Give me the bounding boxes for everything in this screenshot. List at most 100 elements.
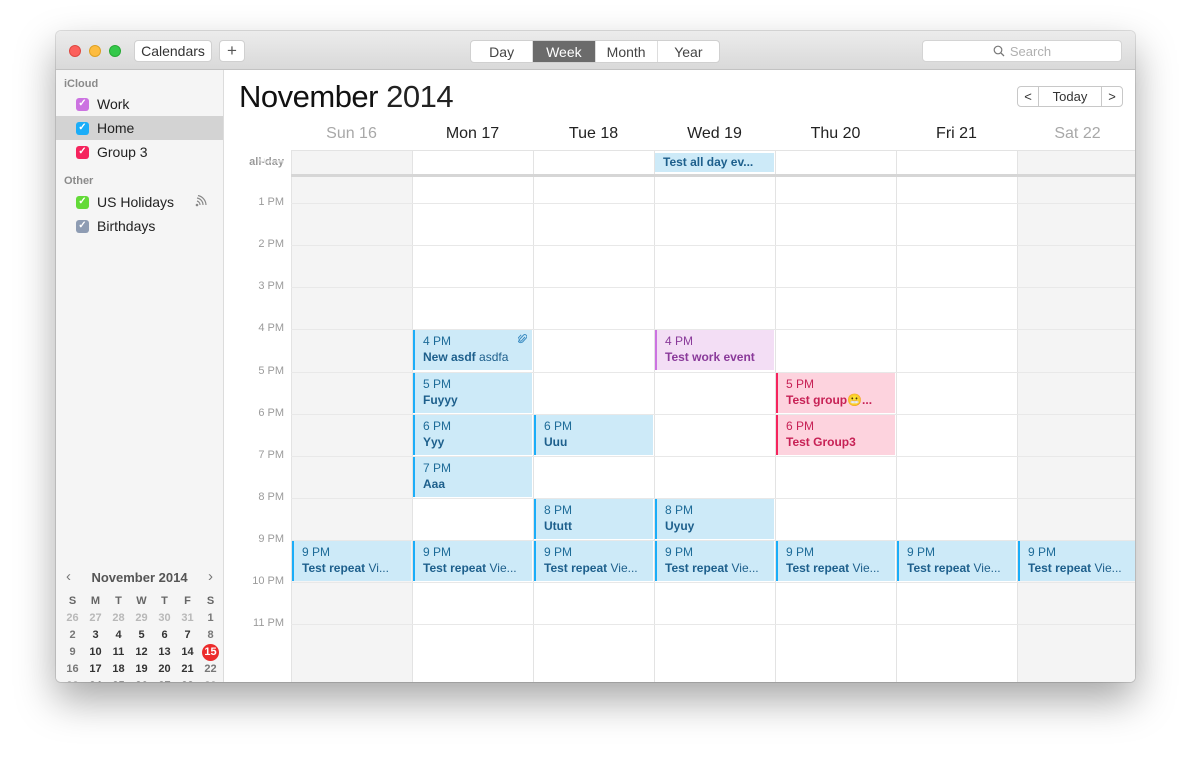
view-year-tab[interactable]: Year xyxy=(658,41,719,62)
view-day-tab[interactable]: Day xyxy=(471,41,534,62)
calendar-event[interactable]: 9 PM Test repeat Vie... xyxy=(534,541,653,581)
mini-day[interactable]: 7 xyxy=(176,627,199,644)
checkbox-icon[interactable]: ✓ xyxy=(76,97,89,111)
calendar-event[interactable]: 9 PM Test repeat Vi... xyxy=(292,541,411,581)
day-header[interactable]: Sat 22 xyxy=(1017,125,1135,149)
day-column[interactable] xyxy=(896,150,1017,682)
mini-day[interactable]: 29 xyxy=(130,610,153,627)
calendar-event[interactable]: 5 PM Fuyyy xyxy=(413,373,532,413)
mini-day[interactable]: 23 xyxy=(61,678,84,682)
close-window-button[interactable] xyxy=(69,45,81,57)
calendar-event[interactable]: 6 PM Uuu xyxy=(534,415,653,455)
mini-day[interactable]: 17 xyxy=(84,661,107,678)
mini-day[interactable]: 8 xyxy=(199,627,222,644)
checkbox-icon[interactable]: ✓ xyxy=(76,195,89,209)
mini-day[interactable]: 24 xyxy=(84,678,107,682)
calendar-event[interactable]: 7 PM Aaa xyxy=(413,457,532,497)
calendar-event[interactable]: 6 PM Test Group3 xyxy=(776,415,895,455)
all-day-event[interactable]: Test all day ev... xyxy=(655,153,774,172)
event-title: Test group😬... xyxy=(786,393,873,407)
mini-day[interactable]: 25 xyxy=(107,678,130,682)
event-title: New asdf xyxy=(423,350,476,364)
mini-day[interactable]: 19 xyxy=(130,661,153,678)
mini-day[interactable]: 12 xyxy=(130,644,153,661)
event-title-line: Fuyyy xyxy=(423,392,532,408)
calendar-event[interactable]: 9 PM Test repeat Vie... xyxy=(897,541,1016,581)
calendar-event[interactable]: 4 PM Test work event xyxy=(655,330,774,370)
mini-next-month-button[interactable]: › xyxy=(208,568,213,585)
today-button[interactable]: Today xyxy=(1039,86,1101,107)
mini-day-today[interactable]: 15 xyxy=(199,644,222,661)
mini-day[interactable]: 22 xyxy=(199,661,222,678)
mini-day[interactable]: 27 xyxy=(84,610,107,627)
mini-day[interactable]: 1 xyxy=(199,610,222,627)
mini-day[interactable]: 27 xyxy=(153,678,176,682)
calendar-item-group-3[interactable]: ✓ Group 3 xyxy=(56,140,223,164)
mini-day[interactable]: 11 xyxy=(107,644,130,661)
day-header[interactable]: Sun 16 xyxy=(291,125,412,149)
mini-day[interactable]: 5 xyxy=(130,627,153,644)
mini-day[interactable]: 21 xyxy=(176,661,199,678)
mini-day[interactable]: 28 xyxy=(107,610,130,627)
mini-day[interactable]: 20 xyxy=(153,661,176,678)
day-column[interactable] xyxy=(291,150,412,682)
add-event-button[interactable]: + xyxy=(219,40,245,62)
day-header[interactable]: Fri 21 xyxy=(896,125,1017,149)
next-week-button[interactable]: > xyxy=(1101,86,1123,107)
mini-day[interactable]: 26 xyxy=(61,610,84,627)
mini-calendar-title: November 2014 xyxy=(91,570,188,585)
checkbox-icon[interactable]: ✓ xyxy=(76,219,89,233)
calendar-event[interactable]: 5 PM Test group😬... xyxy=(776,373,895,413)
calendar-item-birthdays[interactable]: ✓ Birthdays xyxy=(56,214,223,238)
calendar-event[interactable]: 9 PM Test repeat Vie... xyxy=(655,541,774,581)
day-header[interactable]: Thu 20 xyxy=(775,125,896,149)
mini-day[interactable]: 29 xyxy=(199,678,222,682)
weekday-header: M xyxy=(90,595,101,607)
mini-day[interactable]: 30 xyxy=(153,610,176,627)
all-day-divider xyxy=(291,174,1135,177)
hour-label: 4 PM xyxy=(258,322,284,334)
event-location: Vie... xyxy=(973,561,1001,575)
view-month-tab[interactable]: Month xyxy=(596,41,658,62)
mini-day[interactable]: 31 xyxy=(176,610,199,627)
day-header[interactable]: Tue 18 xyxy=(533,125,654,149)
event-location: Vie... xyxy=(489,561,517,575)
mini-day[interactable]: 9 xyxy=(61,644,84,661)
calendar-item-work[interactable]: ✓ Work xyxy=(56,92,223,116)
calendar-item-label: Home xyxy=(97,120,135,136)
mini-day[interactable]: 6 xyxy=(153,627,176,644)
checkbox-icon[interactable]: ✓ xyxy=(76,145,89,159)
calendar-event[interactable]: 8 PM Uyuy xyxy=(655,499,774,539)
day-column[interactable] xyxy=(1017,150,1135,682)
calendar-event[interactable]: 4 PM New asdf asdfa xyxy=(413,330,532,370)
mini-day[interactable]: 13 xyxy=(153,644,176,661)
mini-day[interactable]: 18 xyxy=(107,661,130,678)
mini-day[interactable]: 3 xyxy=(84,627,107,644)
calendar-event[interactable]: 6 PM Yyy xyxy=(413,415,532,455)
mini-day[interactable]: 2 xyxy=(61,627,84,644)
mini-day[interactable]: 14 xyxy=(176,644,199,661)
calendar-event[interactable]: 9 PM Test repeat Vie... xyxy=(1018,541,1135,581)
zoom-window-button[interactable] xyxy=(109,45,121,57)
calendar-event[interactable]: 9 PM Test repeat Vie... xyxy=(413,541,532,581)
search-field[interactable]: Search xyxy=(922,40,1122,62)
mini-day[interactable]: 26 xyxy=(130,678,153,682)
calendar-event[interactable]: 8 PM Ututt xyxy=(534,499,653,539)
calendar-item-us-holidays[interactable]: ✓ US Holidays xyxy=(56,190,223,214)
event-time: 9 PM xyxy=(423,545,452,559)
day-header[interactable]: Mon 17 xyxy=(412,125,533,149)
event-location: Vie... xyxy=(731,561,759,575)
checkbox-icon[interactable]: ✓ xyxy=(76,121,89,135)
calendars-button[interactable]: Calendars xyxy=(134,40,212,62)
mini-day[interactable]: 28 xyxy=(176,678,199,682)
view-week-tab[interactable]: Week xyxy=(533,41,596,62)
mini-day[interactable]: 16 xyxy=(61,661,84,678)
day-header[interactable]: Wed 19 xyxy=(654,125,775,149)
calendar-item-home[interactable]: ✓ Home xyxy=(56,116,223,140)
previous-week-button[interactable]: < xyxy=(1017,86,1039,107)
minimize-window-button[interactable] xyxy=(89,45,101,57)
calendar-event[interactable]: 9 PM Test repeat Vie... xyxy=(776,541,895,581)
mini-day[interactable]: 10 xyxy=(84,644,107,661)
day-column[interactable] xyxy=(654,150,775,682)
mini-day[interactable]: 4 xyxy=(107,627,130,644)
